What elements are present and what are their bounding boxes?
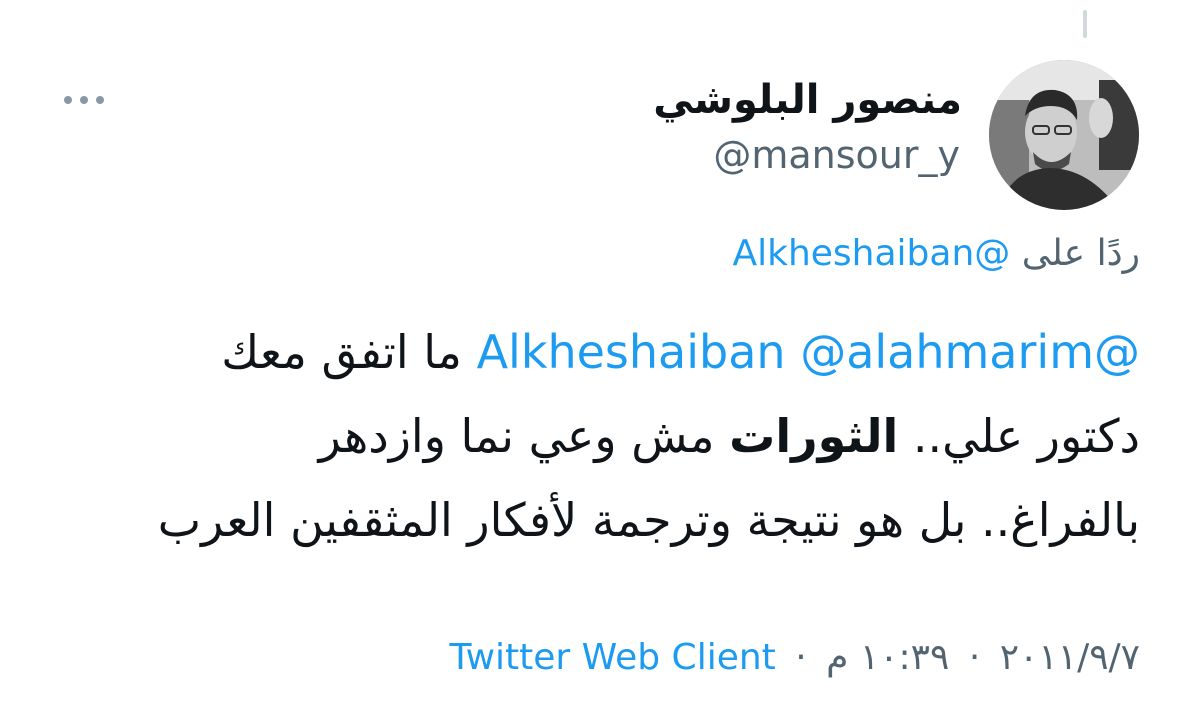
more-horizontal-icon-dot	[80, 96, 88, 104]
mention-link[interactable]: @alahmarim	[800, 325, 1094, 379]
more-horizontal-icon-dot	[96, 96, 104, 104]
tweet-time[interactable]: ١٠:٣٩ م	[826, 637, 949, 678]
author-handle[interactable]: @mansour_y	[713, 136, 960, 174]
replying-to-mention[interactable]: @Alkheshaiban	[732, 233, 1010, 274]
tweet-text-line-1: @Alkheshaiban @alahmarim ما اتفق معك	[50, 310, 1140, 394]
tweet-text-segment: ما اتفق معك	[221, 325, 462, 379]
tweet-text-line-3: بالفراغ.. بل هو نتيجة وترجمة لأفكار المث…	[157, 493, 1140, 547]
tweet-metadata: ٢٠١١/٩/٧ · ١٠:٣٩ م · Twitter Web Client	[450, 636, 1140, 679]
tweet-text-segment: مش وعي نما وازدهر	[318, 409, 715, 463]
tweet-text: @Alkheshaiban @alahmarim ما اتفق معك دكت…	[50, 310, 1140, 562]
tweet-date[interactable]: ٢٠١١/٩/٧	[1000, 637, 1140, 678]
avatar[interactable]	[989, 60, 1139, 210]
source-client-link[interactable]: Twitter Web Client	[450, 637, 776, 678]
replying-to: ردًا على @Alkheshaiban	[732, 232, 1140, 275]
tweet-text-segment: دكتور علي..	[912, 409, 1140, 463]
more-options-button[interactable]	[64, 92, 104, 108]
tweet-text-bold: الثورات	[729, 409, 899, 463]
author-display-name[interactable]: منصور البلوشي	[653, 80, 962, 120]
replying-to-label: ردًا على	[1021, 233, 1140, 274]
thread-connector-line	[1083, 10, 1087, 38]
more-horizontal-icon	[64, 96, 72, 104]
tweet-text-line-2: دكتور علي.. الثورات مش وعي نما وازدهر	[50, 394, 1140, 478]
meta-separator: ·	[795, 637, 807, 678]
meta-separator: ·	[968, 637, 981, 678]
avatar-photo	[989, 60, 1139, 210]
